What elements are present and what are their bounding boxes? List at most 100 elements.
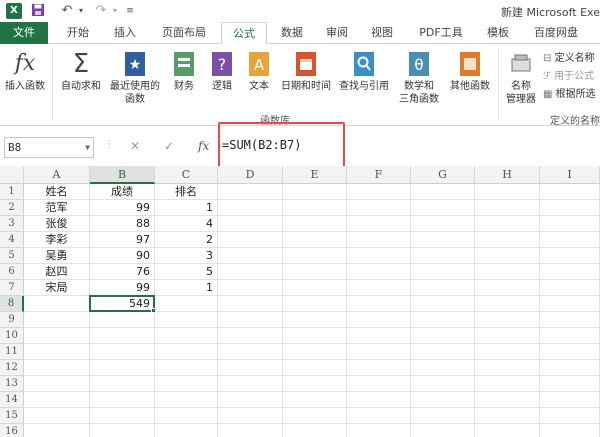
cell-g10[interactable] <box>411 328 475 344</box>
cell-g12[interactable] <box>411 360 475 376</box>
cell-f11[interactable] <box>347 344 411 360</box>
cell-d5[interactable] <box>218 248 283 264</box>
cell-a5[interactable]: 吴勇 <box>24 248 90 264</box>
cell-g14[interactable] <box>411 392 475 408</box>
cell-a4[interactable]: 李彩 <box>24 232 90 248</box>
cancel-icon[interactable]: ✕ <box>130 139 140 153</box>
logical-button[interactable]: ? 逻辑 <box>204 50 240 93</box>
cell-h10[interactable] <box>475 328 540 344</box>
cell-i8[interactable] <box>540 296 600 312</box>
cell-h1[interactable] <box>475 184 540 200</box>
column-header-f[interactable]: F <box>347 166 411 184</box>
cell-h7[interactable] <box>475 280 540 296</box>
cell-a15[interactable] <box>24 408 90 424</box>
insert-function-icon[interactable]: fx <box>198 139 209 153</box>
tab-review[interactable]: 审阅 <box>319 22 355 44</box>
tab-pdf-tools[interactable]: PDF工具 <box>410 22 472 44</box>
cell-d14[interactable] <box>218 392 283 408</box>
cell-i2[interactable] <box>540 200 600 216</box>
financial-button[interactable]: 财务 <box>166 50 202 93</box>
cell-g4[interactable] <box>411 232 475 248</box>
cell-c10[interactable] <box>155 328 218 344</box>
cell-b15[interactable] <box>90 408 155 424</box>
row-header-11[interactable]: 11 <box>0 344 24 360</box>
cell-i4[interactable] <box>540 232 600 248</box>
cell-i12[interactable] <box>540 360 600 376</box>
cell-h6[interactable] <box>475 264 540 280</box>
cell-i1[interactable] <box>540 184 600 200</box>
cell-e11[interactable] <box>283 344 347 360</box>
cell-d1[interactable] <box>218 184 283 200</box>
cell-i7[interactable] <box>540 280 600 296</box>
cell-h14[interactable] <box>475 392 540 408</box>
cell-g8[interactable] <box>411 296 475 312</box>
cell-c6[interactable]: 5 <box>155 264 218 280</box>
cell-f12[interactable] <box>347 360 411 376</box>
cell-a9[interactable] <box>24 312 90 328</box>
cell-e1[interactable] <box>283 184 347 200</box>
row-header-6[interactable]: 6 <box>0 264 24 280</box>
cell-f4[interactable] <box>347 232 411 248</box>
cell-d2[interactable] <box>218 200 283 216</box>
cell-f6[interactable] <box>347 264 411 280</box>
row-header-10[interactable]: 10 <box>0 328 24 344</box>
cell-a14[interactable] <box>24 392 90 408</box>
cell-d7[interactable] <box>218 280 283 296</box>
cell-h8[interactable] <box>475 296 540 312</box>
cell-g1[interactable] <box>411 184 475 200</box>
tab-templates[interactable]: 模板 <box>480 22 516 44</box>
cell-i14[interactable] <box>540 392 600 408</box>
cell-f16[interactable] <box>347 424 411 437</box>
cell-g11[interactable] <box>411 344 475 360</box>
cell-a2[interactable]: 范军 <box>24 200 90 216</box>
column-header-g[interactable]: G <box>411 166 475 184</box>
cell-a10[interactable] <box>24 328 90 344</box>
cell-i10[interactable] <box>540 328 600 344</box>
cell-e3[interactable] <box>283 216 347 232</box>
use-in-formula-button[interactable]: ℱ 用于公式 <box>543 70 594 83</box>
tab-home[interactable]: 开始 <box>60 22 96 44</box>
save-icon[interactable] <box>30 3 46 19</box>
cell-b14[interactable] <box>90 392 155 408</box>
cell-f2[interactable] <box>347 200 411 216</box>
cell-g2[interactable] <box>411 200 475 216</box>
row-header-2[interactable]: 2 <box>0 200 24 216</box>
cell-f15[interactable] <box>347 408 411 424</box>
undo-icon[interactable]: ↶ <box>58 3 76 19</box>
cell-i16[interactable] <box>540 424 600 437</box>
autosum-button[interactable]: Σ 自动求和 <box>58 50 104 93</box>
redo-icon[interactable]: ↷ <box>92 3 110 19</box>
cell-a12[interactable] <box>24 360 90 376</box>
cell-h12[interactable] <box>475 360 540 376</box>
row-header-8[interactable]: 8 <box>0 296 24 312</box>
cell-h15[interactable] <box>475 408 540 424</box>
cell-c5[interactable]: 3 <box>155 248 218 264</box>
cell-h16[interactable] <box>475 424 540 437</box>
cell-d12[interactable] <box>218 360 283 376</box>
cell-h5[interactable] <box>475 248 540 264</box>
cell-h9[interactable] <box>475 312 540 328</box>
cell-g15[interactable] <box>411 408 475 424</box>
cell-a1[interactable]: 姓名 <box>24 184 90 200</box>
tab-formulas[interactable]: 公式 <box>221 22 267 45</box>
cell-d11[interactable] <box>218 344 283 360</box>
cell-e10[interactable] <box>283 328 347 344</box>
row-header-4[interactable]: 4 <box>0 232 24 248</box>
row-header-12[interactable]: 12 <box>0 360 24 376</box>
cell-e9[interactable] <box>283 312 347 328</box>
cell-f7[interactable] <box>347 280 411 296</box>
chevron-down-icon[interactable]: ▼ <box>85 138 90 157</box>
cell-e8[interactable] <box>283 296 347 312</box>
cell-a7[interactable]: 宋局 <box>24 280 90 296</box>
cell-a11[interactable] <box>24 344 90 360</box>
cell-e16[interactable] <box>283 424 347 437</box>
cell-f5[interactable] <box>347 248 411 264</box>
cell-b2[interactable]: 99 <box>90 200 155 216</box>
tab-view[interactable]: 视图 <box>364 22 400 44</box>
cell-e2[interactable] <box>283 200 347 216</box>
redo-dropdown-icon[interactable]: ▾ <box>110 3 120 19</box>
cell-i15[interactable] <box>540 408 600 424</box>
cell-b11[interactable] <box>90 344 155 360</box>
tab-file[interactable]: 文件 <box>0 22 48 44</box>
column-header-e[interactable]: E <box>283 166 347 184</box>
